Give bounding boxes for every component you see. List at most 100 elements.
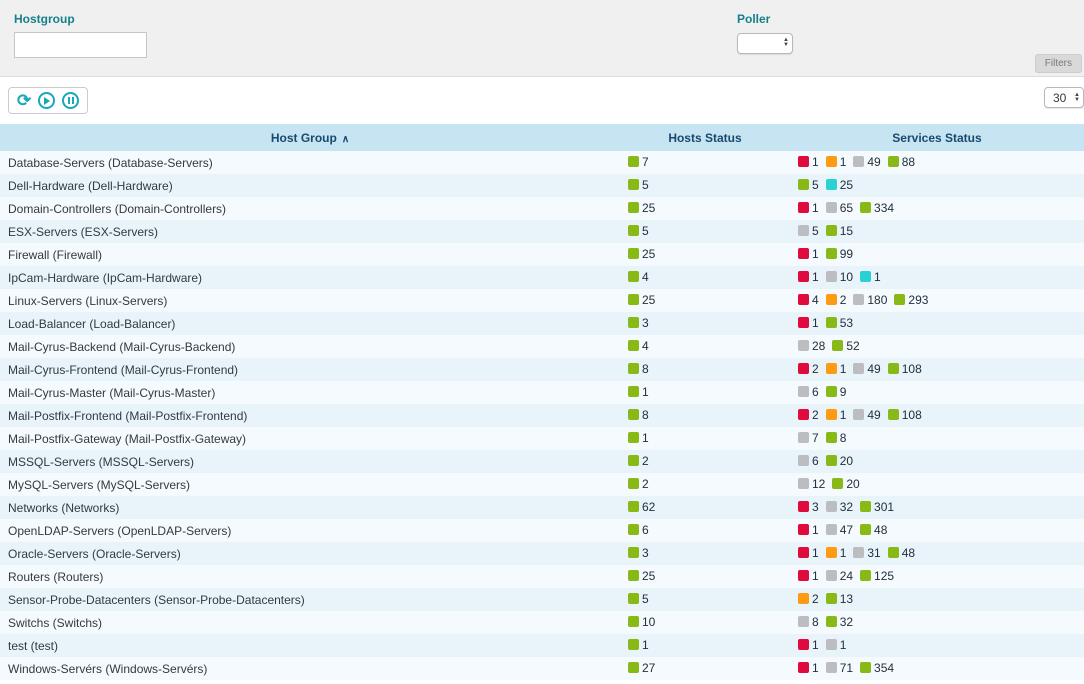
hostgroup-link[interactable]: Windows-Servérs (Windows-Servérs): [8, 662, 207, 676]
status-count: 3: [812, 500, 819, 514]
hostgroup-link[interactable]: Switchs (Switchs): [8, 616, 102, 630]
status-count: 13: [840, 592, 853, 606]
rows-per-page-select[interactable]: 30 ▲▼: [1044, 87, 1084, 108]
status-count: 1: [812, 638, 819, 652]
hostgroup-link[interactable]: Sensor-Probe-Datacenters (Sensor-Probe-D…: [8, 593, 305, 607]
services-status-header[interactable]: Services Status: [790, 124, 1084, 151]
critical-status-badge: 1: [798, 569, 819, 583]
services-status-cell: 332301: [790, 496, 1084, 519]
unknown-status-badge: 49: [853, 408, 880, 422]
ok-status-badge: 48: [860, 523, 887, 537]
table-row: Mail-Postfix-Gateway (Mail-Postfix-Gatew…: [0, 427, 1084, 450]
status-count: 5: [642, 224, 649, 238]
up-square-icon: [628, 616, 639, 627]
warning-status-badge: 1: [826, 408, 847, 422]
hostgroup-link[interactable]: IpCam-Hardware (IpCam-Hardware): [8, 271, 202, 285]
status-count: 125: [874, 569, 894, 583]
ok-status-badge: 125: [860, 569, 894, 583]
hostgroup-status-table: Host Group∧ Hosts Status Services Status…: [0, 124, 1084, 680]
hostgroup-link[interactable]: Mail-Cyrus-Frontend (Mail-Cyrus-Frontend…: [8, 363, 238, 377]
hostgroup-link[interactable]: Mail-Postfix-Gateway (Mail-Postfix-Gatew…: [8, 432, 246, 446]
hosts-status-cell: 25: [620, 243, 790, 266]
hostgroup-input[interactable]: [14, 32, 147, 58]
hostgroup-link[interactable]: MSSQL-Servers (MSSQL-Servers): [8, 455, 194, 469]
refresh-button[interactable]: ⟳: [17, 92, 31, 109]
services-status-cell: 78: [790, 427, 1084, 450]
ok-status-badge: 9: [826, 385, 847, 399]
hostgroup-link[interactable]: OpenLDAP-Servers (OpenLDAP-Servers): [8, 524, 231, 538]
up-square-icon: [628, 639, 639, 650]
hosts-status-cell: 3: [620, 542, 790, 565]
table-row: Mail-Postfix-Frontend (Mail-Postfix-Fron…: [0, 404, 1084, 427]
hosts-status-header[interactable]: Hosts Status: [620, 124, 790, 151]
hostgroup-link[interactable]: Linux-Servers (Linux-Servers): [8, 294, 167, 308]
warning-square-icon: [826, 294, 837, 305]
critical-status-badge: 1: [798, 523, 819, 537]
hostgroup-link[interactable]: ESX-Servers (ESX-Servers): [8, 225, 158, 239]
hosts-status-cell: 8: [620, 404, 790, 427]
hosts-status-cell: 1: [620, 634, 790, 657]
status-count: 10: [642, 615, 655, 629]
status-count: 53: [840, 316, 853, 330]
warning-status-badge: 2: [826, 293, 847, 307]
pause-button[interactable]: [62, 92, 79, 109]
up-status-badge: 3: [628, 546, 649, 560]
hostgroup-link[interactable]: Oracle-Servers (Oracle-Servers): [8, 547, 181, 561]
critical-square-icon: [798, 156, 809, 167]
status-count: 6: [812, 385, 819, 399]
up-status-badge: 25: [628, 247, 655, 261]
hostgroup-link[interactable]: Domain-Controllers (Domain-Controllers): [8, 202, 226, 216]
up-status-badge: 4: [628, 270, 649, 284]
up-status-badge: 5: [628, 224, 649, 238]
critical-square-icon: [798, 662, 809, 673]
hosts-status-cell: 4: [620, 335, 790, 358]
hosts-status-cell: 27: [620, 657, 790, 680]
critical-status-badge: 1: [798, 316, 819, 330]
status-count: 10: [840, 270, 853, 284]
status-count: 1: [840, 546, 847, 560]
warning-square-icon: [826, 409, 837, 420]
filters-button[interactable]: Filters: [1035, 54, 1082, 73]
critical-square-icon: [798, 202, 809, 213]
critical-square-icon: [798, 409, 809, 420]
hostgroup-link[interactable]: Routers (Routers): [8, 570, 103, 584]
hostgroup-link[interactable]: test (test): [8, 639, 58, 653]
unknown-square-icon: [826, 570, 837, 581]
pending-status-badge: 1: [860, 270, 881, 284]
table-row: Windows-Servérs (Windows-Servérs)2717135…: [0, 657, 1084, 680]
hostgroup-link[interactable]: Mail-Postfix-Frontend (Mail-Postfix-Fron…: [8, 409, 247, 423]
status-count: 6: [642, 523, 649, 537]
host-group-header[interactable]: Host Group∧: [0, 124, 620, 151]
unknown-square-icon: [853, 363, 864, 374]
ok-square-icon: [826, 455, 837, 466]
critical-square-icon: [798, 547, 809, 558]
status-count: 1: [812, 546, 819, 560]
hostgroup-link[interactable]: Networks (Networks): [8, 501, 119, 515]
hostgroup-link[interactable]: Mail-Cyrus-Master (Mail-Cyrus-Master): [8, 386, 215, 400]
status-count: 4: [642, 339, 649, 353]
unknown-square-icon: [826, 639, 837, 650]
unknown-status-badge: 49: [853, 362, 880, 376]
hostgroup-link[interactable]: Load-Balancer (Load-Balancer): [8, 317, 175, 331]
ok-status-badge: 334: [860, 201, 894, 215]
up-square-icon: [628, 547, 639, 558]
hostgroup-link[interactable]: Dell-Hardware (Dell-Hardware): [8, 179, 173, 193]
critical-status-badge: 1: [798, 270, 819, 284]
services-status-cell: 69: [790, 381, 1084, 404]
play-button[interactable]: [38, 92, 55, 109]
hostgroup-link[interactable]: Firewall (Firewall): [8, 248, 102, 262]
status-count: 24: [840, 569, 853, 583]
table-row: MySQL-Servers (MySQL-Servers)21220: [0, 473, 1084, 496]
up-status-badge: 3: [628, 316, 649, 330]
ok-status-badge: 293: [894, 293, 928, 307]
hostgroup-link[interactable]: MySQL-Servers (MySQL-Servers): [8, 478, 190, 492]
status-count: 108: [902, 408, 922, 422]
poller-select[interactable]: ▲▼: [737, 33, 793, 54]
status-count: 1: [642, 638, 649, 652]
hostgroup-link[interactable]: Database-Servers (Database-Servers): [8, 156, 213, 170]
status-count: 20: [840, 454, 853, 468]
status-count: 2: [840, 293, 847, 307]
hostgroup-link[interactable]: Mail-Cyrus-Backend (Mail-Cyrus-Backend): [8, 340, 235, 354]
status-count: 8: [812, 615, 819, 629]
hosts-status-cell: 1: [620, 381, 790, 404]
